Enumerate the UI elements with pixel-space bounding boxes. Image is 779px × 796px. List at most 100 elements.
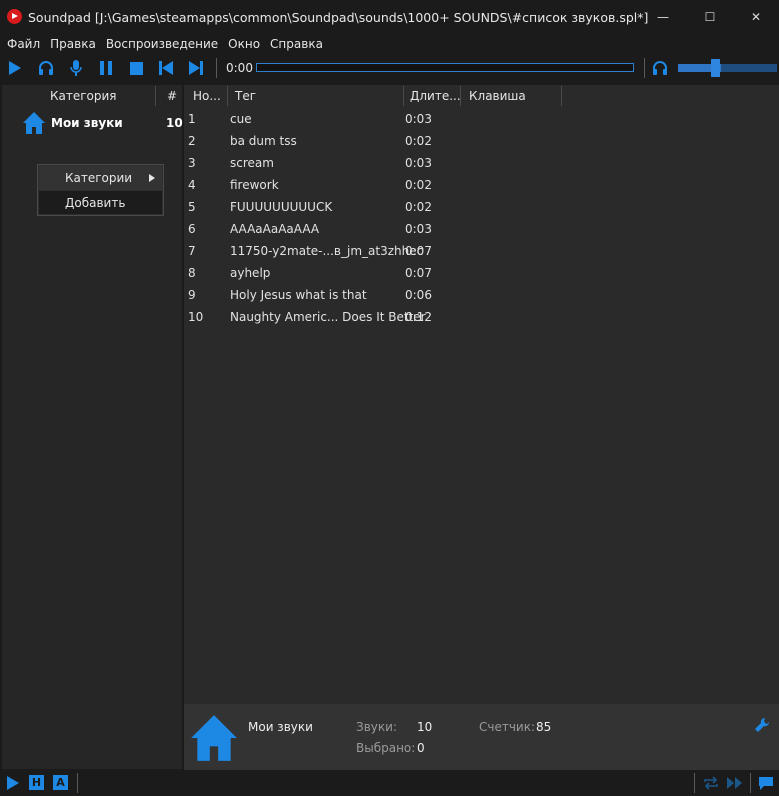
number-column-header[interactable]: Но... [193, 85, 221, 107]
status-bar: H A [0, 770, 779, 796]
play-status-icon[interactable] [6, 776, 20, 790]
sound-tag: ayhelp [230, 266, 271, 280]
menu-help[interactable]: Справка [270, 37, 323, 51]
volume-slider[interactable] [678, 64, 777, 72]
table-row[interactable]: 10 Naughty Americ... Does It Better 0:12 [184, 306, 779, 328]
fast-forward-icon[interactable] [727, 776, 743, 790]
sound-tag: 11750-y2mate-...в_jm_at3zhhec [230, 244, 424, 258]
column-divider [561, 86, 562, 106]
column-divider [460, 86, 461, 106]
sound-duration: 0:03 [405, 156, 432, 170]
sound-tag: AAAaAaAaAAA [230, 222, 320, 236]
category-item-my-sounds[interactable]: Мои звуки 10 [22, 111, 183, 135]
sound-number: 2 [188, 134, 196, 148]
volume-slider-thumb[interactable] [711, 59, 720, 77]
category-info-panel: Мои звуки Звуки: 10 Выбрано: 0 Счетчик: … [184, 704, 779, 770]
table-row[interactable]: 9 Holy Jesus what is that 0:06 [184, 284, 779, 306]
status-separator [694, 773, 695, 793]
context-menu-categories-label: Категории [65, 171, 133, 185]
sound-number: 3 [188, 156, 196, 170]
table-row[interactable]: 5 FUUUUUUUUUCK 0:02 [184, 196, 779, 218]
sound-number: 10 [188, 310, 204, 324]
menu-edit[interactable]: Правка [50, 37, 96, 51]
app-logo-icon [7, 9, 22, 24]
footer-category-name: Мои звуки [248, 720, 313, 734]
sound-duration: 0:02 [405, 134, 432, 148]
status-separator [77, 773, 78, 793]
sound-number: 8 [188, 266, 196, 280]
status-separator [750, 773, 751, 793]
menu-window[interactable]: Окно [228, 37, 260, 51]
counter-value: 85 [536, 720, 552, 734]
sounds-value: 10 [417, 720, 433, 734]
home-icon [22, 111, 46, 135]
microphone-icon[interactable] [67, 59, 85, 77]
column-divider [227, 86, 228, 106]
table-row[interactable]: 7 11750-y2mate-...в_jm_at3zhhec 0:07 [184, 240, 779, 262]
sound-number: 9 [188, 288, 196, 302]
category-label: Мои звуки [51, 116, 123, 130]
table-row[interactable]: 6 AAAaAaAaAAA 0:03 [184, 218, 779, 240]
menu-playback[interactable]: Воспроизведение [106, 37, 218, 51]
submenu-arrow-icon [149, 174, 155, 182]
context-menu-categories[interactable]: Категории [39, 166, 162, 190]
category-count-header[interactable]: # [167, 85, 177, 107]
play-icon[interactable] [6, 59, 24, 77]
column-divider [155, 86, 156, 106]
sound-number: 1 [188, 112, 196, 126]
toolbar-separator [216, 58, 217, 78]
context-menu: Категории Добавить [37, 164, 164, 216]
next-icon[interactable] [187, 59, 205, 77]
column-divider [403, 86, 404, 106]
sound-number: 5 [188, 200, 196, 214]
category-count: 10 [166, 116, 183, 130]
sound-duration: 0:03 [405, 112, 432, 126]
chat-icon[interactable] [758, 776, 774, 791]
selected-label: Выбрано: [356, 741, 416, 755]
context-menu-add[interactable]: Добавить [39, 191, 162, 214]
wrench-icon[interactable] [754, 717, 770, 733]
sound-tag: scream [230, 156, 274, 170]
sound-tag: firework [230, 178, 279, 192]
window-title: Soundpad [J:\Games\steamapps\common\Soun… [28, 10, 649, 25]
sound-tag: ba dum tss [230, 134, 297, 148]
sound-duration: 0:07 [405, 244, 432, 258]
auto-toggle-button[interactable]: A [53, 775, 68, 790]
sound-duration: 0:12 [405, 310, 432, 324]
playback-progress-bar[interactable] [256, 63, 634, 72]
previous-icon[interactable] [157, 59, 175, 77]
tag-column-header[interactable]: Тег [235, 85, 256, 107]
maximize-button[interactable]: ☐ [687, 0, 733, 34]
duration-column-header[interactable]: Длите... [410, 85, 461, 107]
minimize-button[interactable]: — [640, 0, 686, 34]
hotkey-column-header[interactable]: Клавиша [469, 85, 526, 107]
toolbar-separator [644, 58, 645, 78]
counter-label: Счетчик: [479, 720, 536, 734]
sound-duration: 0:06 [405, 288, 432, 302]
sound-tag: Naughty Americ... Does It Better [230, 310, 426, 324]
hotkey-toggle-button[interactable]: H [29, 775, 44, 790]
stop-icon[interactable] [127, 59, 145, 77]
table-row[interactable]: 8 ayhelp 0:07 [184, 262, 779, 284]
menu-bar: Файл Правка Воспроизведение Окно Справка [0, 34, 779, 54]
repeat-icon[interactable] [703, 776, 719, 790]
table-row[interactable]: 3 scream 0:03 [184, 152, 779, 174]
category-column-header[interactable]: Категория [50, 85, 117, 107]
sound-number: 6 [188, 222, 196, 236]
sound-tag: cue [230, 112, 252, 126]
sound-number: 7 [188, 244, 196, 258]
headphones-volume-icon[interactable] [651, 59, 669, 77]
sound-duration: 0:03 [405, 222, 432, 236]
headphones-icon[interactable] [37, 59, 55, 77]
table-row[interactable]: 1 cue 0:03 [184, 108, 779, 130]
close-button[interactable]: ✕ [733, 0, 779, 34]
sound-duration: 0:02 [405, 178, 432, 192]
table-row[interactable]: 4 firework 0:02 [184, 174, 779, 196]
sound-number: 4 [188, 178, 196, 192]
pause-icon[interactable] [97, 59, 115, 77]
sound-duration: 0:02 [405, 200, 432, 214]
menu-file[interactable]: Файл [7, 37, 40, 51]
playback-time: 0:00 [226, 61, 253, 75]
sound-tag: Holy Jesus what is that [230, 288, 367, 302]
table-row[interactable]: 2 ba dum tss 0:02 [184, 130, 779, 152]
